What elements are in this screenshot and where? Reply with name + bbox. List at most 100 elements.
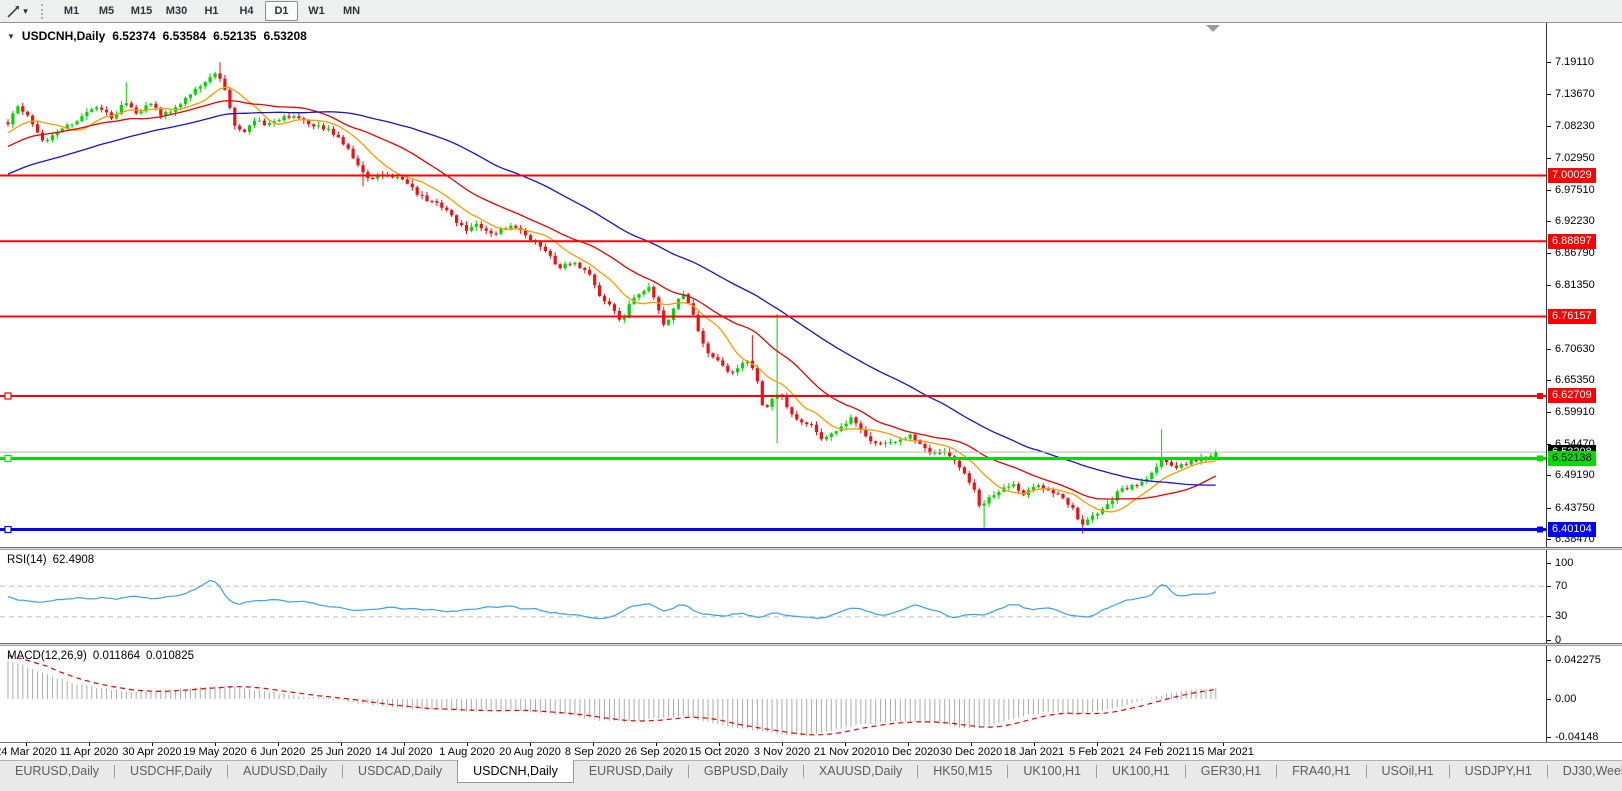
chart-tab-usdcad-daily[interactable]: USDCAD,Daily: [343, 761, 457, 782]
date-label: 19 May 2020: [183, 746, 247, 758]
date-label: 5 Feb 2021: [1069, 746, 1125, 758]
price-tick-mark: [1547, 380, 1551, 381]
timeframe-d1[interactable]: D1: [265, 1, 298, 21]
collapse-triangle-icon[interactable]: ▼: [7, 32, 15, 41]
price-tick-label: 7.02950: [1555, 152, 1595, 165]
timeframe-w1[interactable]: W1: [300, 1, 333, 21]
price-level-label: 6.88897: [1548, 234, 1596, 249]
date-label: 15 Oct 2020: [689, 746, 749, 758]
price-tick-mark: [1547, 126, 1551, 127]
quote-close: 6.53208: [263, 29, 306, 43]
timeframe-m1[interactable]: M1: [55, 1, 88, 21]
terminal-window: ▾ M1M5M15M30H1H4D1W1MN ▼ USDCNH,Daily 6.…: [0, 0, 1622, 791]
chart-tab-gbpusd-daily[interactable]: GBPUSD,Daily: [689, 761, 803, 782]
chart-tab-usdjpy-h1[interactable]: USDJPY,H1: [1450, 761, 1547, 782]
rsi-axis: 10070300: [1546, 550, 1622, 643]
chart-tab-fra40-h1[interactable]: FRA40,H1: [1277, 761, 1365, 782]
line-start-marker[interactable]: [5, 393, 11, 399]
rsi-tick-label: 30: [1555, 610, 1567, 623]
quote-open: 6.52374: [112, 29, 155, 43]
price-chart-panel: ▼ USDCNH,Daily 6.52374 6.53584 6.52135 6…: [0, 23, 1622, 547]
price-tick-mark: [1547, 190, 1551, 191]
price-tick-label: 6.97510: [1555, 184, 1595, 197]
toolbar-grip[interactable]: [41, 4, 47, 19]
price-tick-mark: [1547, 539, 1551, 540]
timeframe-m30[interactable]: M30: [160, 1, 193, 21]
date-axis-corner: [1546, 742, 1622, 760]
macd-canvas[interactable]: [0, 646, 1546, 742]
rsi-tick-mark: [1547, 563, 1551, 564]
chart-tab-eurusd-daily[interactable]: EURUSD,Daily: [574, 761, 688, 782]
date-label: 26 Sep 2020: [625, 746, 687, 758]
timeframe-buttons: M1M5M15M30H1H4D1W1MN: [54, 1, 369, 21]
date-label: 30 Dec 2020: [940, 746, 1002, 758]
down-candle-bodies: [6, 73, 1207, 524]
date-label: 15 Mar 2021: [1192, 746, 1254, 758]
timeframe-mn[interactable]: MN: [335, 1, 368, 21]
line-end-marker[interactable]: [1537, 393, 1543, 399]
chart-tab-xauusd-daily[interactable]: XAUUSD,Daily: [804, 761, 917, 782]
timeframe-h1[interactable]: H1: [195, 1, 228, 21]
date-label: 20 Aug 2020: [499, 746, 561, 758]
chart-tab-usdchf-daily[interactable]: USDCHF,Daily: [115, 761, 227, 782]
price-tick-label: 6.43750: [1555, 502, 1595, 515]
macd-tick-label: 0.00: [1555, 693, 1576, 706]
chart-tab-dj30-weekly[interactable]: DJ30,Weekly: [1548, 761, 1622, 782]
ma-line-10: [8, 87, 1216, 512]
chart-tab-uk100-h1[interactable]: UK100,H1: [1097, 761, 1185, 782]
timeframe-m15[interactable]: M15: [125, 1, 158, 21]
chart-tab-ger30-h1[interactable]: GER30,H1: [1186, 761, 1276, 782]
chart-tab-usdcnh-daily[interactable]: USDCNH,Daily: [457, 760, 574, 783]
rsi-tick-label: 100: [1555, 557, 1573, 570]
chart-symbol-period: USDCNH,Daily: [22, 29, 105, 43]
chart-tab-eurusd-daily[interactable]: EURUSD,Daily: [0, 761, 114, 782]
price-tick-label: 6.81350: [1555, 279, 1595, 292]
price-tick-label: 7.08230: [1555, 120, 1595, 133]
macd-label: MACD(12,26,9) 0.011864 0.010825: [7, 650, 194, 662]
date-label: 24 Feb 2021: [1129, 746, 1191, 758]
price-tick-mark: [1547, 508, 1551, 509]
line-end-marker[interactable]: [1537, 455, 1543, 461]
rsi-tick-mark: [1547, 640, 1551, 641]
quote-low: 6.52135: [213, 29, 256, 43]
chart-tab-audusd-daily[interactable]: AUDUSD,Daily: [228, 761, 342, 782]
line-start-marker[interactable]: [5, 527, 11, 533]
line-start-marker[interactable]: [5, 455, 11, 461]
chart-tab-bar: EURUSD,DailyUSDCHF,DailyAUDUSD,DailyUSDC…: [0, 760, 1622, 791]
rsi-value: 62.4908: [53, 554, 95, 566]
rsi-tick-label: 70: [1555, 580, 1567, 593]
rsi-label: RSI(14) 62.4908: [7, 554, 94, 566]
chart-tab-usoil-h1[interactable]: USOil,H1: [1367, 761, 1449, 782]
line-end-marker[interactable]: [1537, 527, 1543, 533]
date-label: 10 Dec 2020: [877, 746, 939, 758]
price-tick-label: 7.19110: [1555, 56, 1594, 69]
price-tick-mark: [1547, 253, 1551, 254]
macd-axis: 0.0422750.00-0.04148: [1546, 646, 1622, 742]
rsi-name: RSI(14): [7, 554, 47, 566]
macd-histogram: [8, 661, 1216, 736]
chart-tab-uk100-h1[interactable]: UK100,H1: [1008, 761, 1096, 782]
date-label: 25 Jun 2020: [311, 746, 372, 758]
annotation-cursor-icon[interactable]: ▾: [2, 2, 32, 20]
price-tick-mark: [1547, 94, 1551, 95]
ma-line-25: [8, 101, 1216, 499]
date-label: 21 Nov 2020: [814, 746, 876, 758]
timeframe-h4[interactable]: H4: [230, 1, 263, 21]
tool-dropdown-arrow[interactable]: ▾: [23, 2, 28, 20]
price-tick-mark: [1547, 285, 1551, 286]
price-axis[interactable]: 7.191107.136707.082307.029506.975106.922…: [1546, 23, 1622, 547]
price-level-label: 6.52138: [1548, 451, 1596, 466]
macd-name: MACD(12,26,9): [7, 650, 87, 662]
timeframe-m5[interactable]: M5: [90, 1, 123, 21]
chart-shift-marker[interactable]: [1206, 25, 1220, 32]
date-label: 18 Jan 2021: [1004, 746, 1065, 758]
macd-signal-value: 0.010825: [146, 650, 194, 662]
chart-tab-hk50-m15[interactable]: HK50,M15: [918, 761, 1007, 782]
date-label: 14 Jul 2020: [376, 746, 433, 758]
price-chart-canvas[interactable]: [0, 23, 1546, 547]
macd-panel: MACD(12,26,9) 0.011864 0.010825 0.042275…: [0, 646, 1622, 742]
macd-value: 0.011864: [93, 650, 140, 662]
date-label: 1 Aug 2020: [439, 746, 495, 758]
rsi-canvas[interactable]: [0, 550, 1546, 643]
date-label: 11 Apr 2020: [60, 746, 119, 758]
